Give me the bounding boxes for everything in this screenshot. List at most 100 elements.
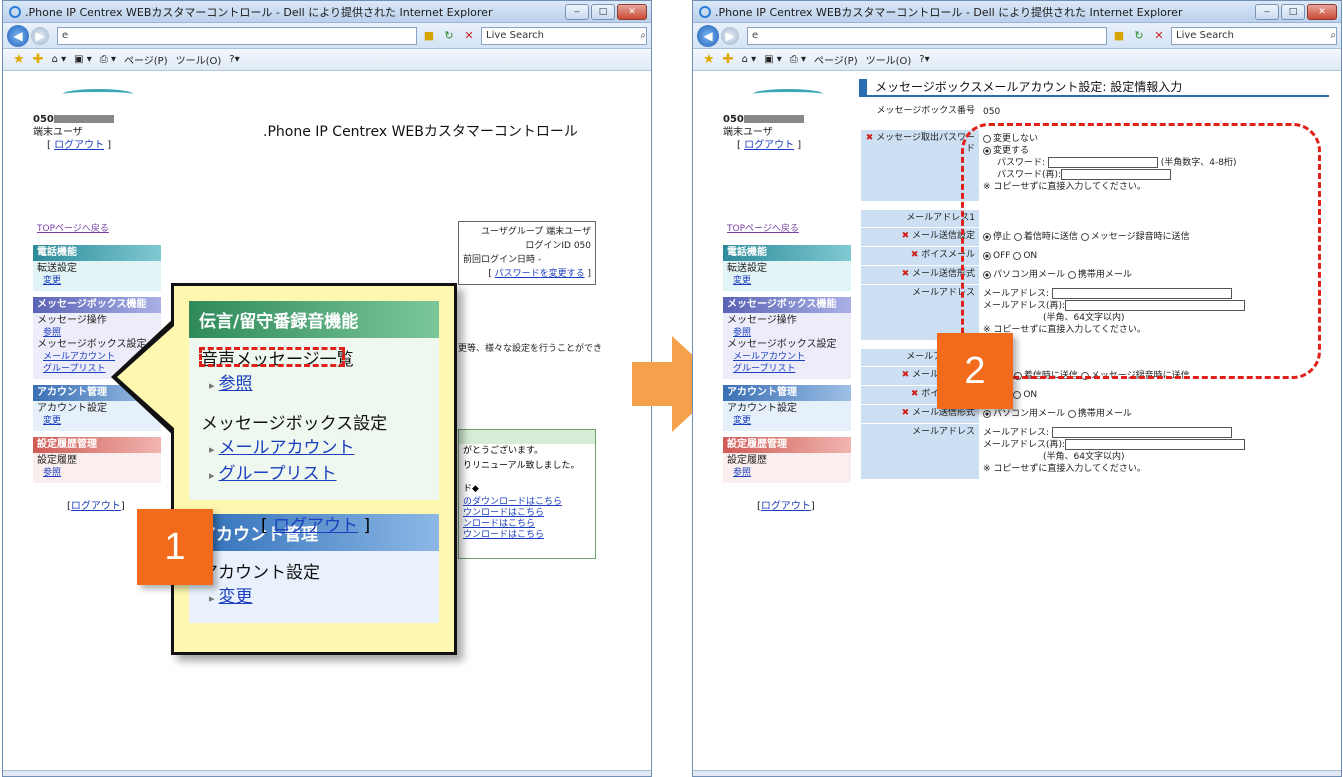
sidebar-section-mbox: メッセージボックス機能 bbox=[33, 297, 161, 313]
mail2-format-pc[interactable] bbox=[983, 409, 991, 418]
sidebar-link-history-ref[interactable]: 参照 bbox=[37, 467, 157, 479]
sidebar-link-group-list[interactable]: グループリスト bbox=[727, 363, 847, 375]
mail2-address-confirm-input[interactable] bbox=[1065, 439, 1246, 450]
mail2-format-mobile[interactable] bbox=[1067, 409, 1076, 418]
page-menu[interactable]: ページ(P) bbox=[814, 52, 858, 67]
refresh-icon[interactable]: ↻ bbox=[1131, 29, 1147, 42]
feeds-icon[interactable]: ▣ ▾ bbox=[74, 54, 92, 65]
status-bar bbox=[3, 770, 651, 776]
download-link-1[interactable]: のダウンロードはこちら bbox=[459, 497, 595, 508]
mail2-voicemail-on[interactable] bbox=[1013, 390, 1022, 399]
ie-icon bbox=[699, 5, 711, 18]
highlight-password-area bbox=[961, 123, 1321, 379]
logo bbox=[753, 89, 823, 99]
sidebar-link-history-ref[interactable]: 参照 bbox=[727, 467, 847, 479]
minimize-button[interactable]: ‒ bbox=[1255, 4, 1279, 20]
notice-box: がとうございます。 りリニューアル致しました。 ド◆ のダウンロードはこちら ウ… bbox=[458, 429, 596, 559]
sidebar-link-forward-change[interactable]: 変更 bbox=[727, 275, 847, 287]
callout-pointer-fill bbox=[117, 325, 175, 429]
step-badge-1: 1 bbox=[137, 509, 213, 585]
sidebar-section-phone: 電話機能 bbox=[33, 245, 161, 261]
stop-icon[interactable]: ✕ bbox=[1151, 29, 1167, 42]
download-link-2[interactable]: ウンロードはこちら bbox=[459, 508, 595, 519]
page-content: 050 端末ユーザ [ ログアウト ] TOPページへ戻る 電話機能 転送設定 … bbox=[693, 71, 1341, 771]
back-icon[interactable]: ◀ bbox=[7, 24, 29, 47]
masked-number bbox=[743, 115, 804, 123]
print-icon[interactable]: ⎙ ▾ bbox=[790, 54, 806, 65]
zoom-mail-account-link[interactable]: メールアカウント bbox=[219, 438, 355, 458]
user-box: 050 端末ユーザ [ ログアウト ] bbox=[723, 113, 853, 152]
sidebar-link-mail-account[interactable]: メールアカウント bbox=[727, 351, 847, 363]
page-content: 050 端末ユーザ [ ログアウト ] .Phone IP Centrex WE… bbox=[3, 71, 651, 771]
lock-icon[interactable]: ■ bbox=[421, 29, 437, 42]
page-title: メッセージボックスメールアカウント設定: 設定情報入力 bbox=[859, 79, 1329, 97]
sidebar-link-account-change[interactable]: 変更 bbox=[727, 415, 847, 427]
back-icon[interactable]: ◀ bbox=[697, 24, 719, 47]
favorites-icon[interactable]: ★ bbox=[703, 52, 715, 67]
search-icon[interactable]: ⌕ bbox=[640, 28, 646, 44]
sidebar-link-forward-change[interactable]: 変更 bbox=[37, 275, 157, 287]
home-icon[interactable]: ⌂ ▾ bbox=[742, 54, 757, 65]
sidebar-section-history: 設定履歴管理 bbox=[33, 437, 161, 453]
page-title: .Phone IP Centrex WEBカスタマーコントロール bbox=[263, 124, 578, 140]
add-favorites-icon[interactable]: ✚ bbox=[723, 52, 734, 67]
forward-icon[interactable]: ▶ bbox=[31, 26, 49, 45]
download-link-4[interactable]: ウンロードはこちら bbox=[459, 530, 595, 541]
tools-menu[interactable]: ツール(O) bbox=[866, 52, 912, 67]
close-button[interactable]: ✕ bbox=[1307, 4, 1337, 20]
lock-icon[interactable]: ■ bbox=[1111, 29, 1127, 42]
user-box: 050 端末ユーザ [ ログアウト ] bbox=[33, 113, 163, 152]
forward-icon[interactable]: ▶ bbox=[721, 26, 739, 45]
sidebar-logout-link[interactable]: ログアウト bbox=[761, 501, 811, 512]
search-input[interactable]: Live Search ⌕ bbox=[481, 26, 647, 45]
address-input[interactable]: e bbox=[747, 26, 1107, 45]
search-icon[interactable]: ⌕ bbox=[1330, 28, 1336, 44]
favorites-icon[interactable]: ★ bbox=[13, 52, 25, 67]
browser-window-left: .Phone IP Centrex WEBカスタマーコントロール - Dell … bbox=[2, 0, 652, 777]
home-icon[interactable]: ⌂ ▾ bbox=[52, 54, 67, 65]
add-favorites-icon[interactable]: ✚ bbox=[33, 52, 44, 67]
sidebar: 電話機能 転送設定 変更 メッセージボックス機能 メッセージ操作 参照 メッセー… bbox=[723, 239, 851, 512]
search-input[interactable]: Live Search ⌕ bbox=[1171, 26, 1337, 45]
address-bar: ◀ ▶ e ■ ↻ ✕ Live Search ⌕ bbox=[693, 23, 1341, 49]
address-bar: ◀ ▶ e ■ ↻ ✕ Live Search ⌕ bbox=[3, 23, 651, 49]
help-icon[interactable]: ?▾ bbox=[919, 54, 929, 65]
address-input[interactable]: e bbox=[57, 26, 417, 45]
stop-icon[interactable]: ✕ bbox=[461, 29, 477, 42]
zoom-section-voicemail: 伝言/留守番録音機能 bbox=[189, 301, 439, 338]
masked-number bbox=[53, 115, 114, 123]
logout-link[interactable]: ログアウト bbox=[54, 140, 104, 151]
refresh-icon[interactable]: ↻ bbox=[441, 29, 457, 42]
user-info-box: ユーザグループ 端末ユーザ ログインID 050 前回ログイン日時 - [ パス… bbox=[458, 221, 596, 285]
sidebar-link-message-ref[interactable]: 参照 bbox=[727, 327, 847, 339]
status-bar bbox=[693, 770, 1341, 776]
minimize-button[interactable]: ‒ bbox=[565, 4, 589, 20]
zoom-change-link[interactable]: 変更 bbox=[219, 587, 253, 607]
highlight-mail-account bbox=[199, 347, 345, 367]
download-link-3[interactable]: ンロードはこちら bbox=[459, 519, 595, 530]
ie-icon bbox=[9, 5, 21, 18]
maximize-button[interactable]: □ bbox=[591, 4, 615, 20]
title-bar: .Phone IP Centrex WEBカスタマーコントロール - Dell … bbox=[3, 1, 651, 23]
page-menu[interactable]: ページ(P) bbox=[124, 52, 168, 67]
help-icon[interactable]: ?▾ bbox=[229, 54, 239, 65]
maximize-button[interactable]: □ bbox=[1281, 4, 1305, 20]
zoom-ref-link[interactable]: 参照 bbox=[219, 374, 253, 394]
feeds-icon[interactable]: ▣ ▾ bbox=[764, 54, 782, 65]
logout-link[interactable]: ログアウト bbox=[744, 140, 794, 151]
top-back-link[interactable]: TOPページへ戻る bbox=[37, 221, 109, 234]
tools-menu[interactable]: ツール(O) bbox=[176, 52, 222, 67]
top-back-link[interactable]: TOPページへ戻る bbox=[727, 221, 799, 234]
browser-window-right: .Phone IP Centrex WEBカスタマーコントロール - Dell … bbox=[692, 0, 1342, 777]
zoom-logout: [ ログアウト ] bbox=[261, 516, 371, 536]
close-button[interactable]: ✕ bbox=[617, 4, 647, 20]
step-badge-2: 2 bbox=[937, 333, 1013, 409]
print-icon[interactable]: ⎙ ▾ bbox=[100, 54, 116, 65]
window-title: .Phone IP Centrex WEBカスタマーコントロール - Dell … bbox=[25, 5, 493, 19]
zoom-logout-link[interactable]: ログアウト bbox=[273, 516, 358, 536]
change-password-link[interactable]: パスワードを変更する bbox=[495, 269, 585, 279]
command-bar: ★ ✚ ⌂ ▾ ▣ ▾ ⎙ ▾ ページ(P) ツール(O) ?▾ bbox=[3, 49, 651, 71]
mail2-address-input[interactable] bbox=[1051, 427, 1232, 438]
sidebar-logout-link[interactable]: ログアウト bbox=[71, 501, 121, 512]
zoom-group-list-link[interactable]: グループリスト bbox=[219, 464, 337, 484]
